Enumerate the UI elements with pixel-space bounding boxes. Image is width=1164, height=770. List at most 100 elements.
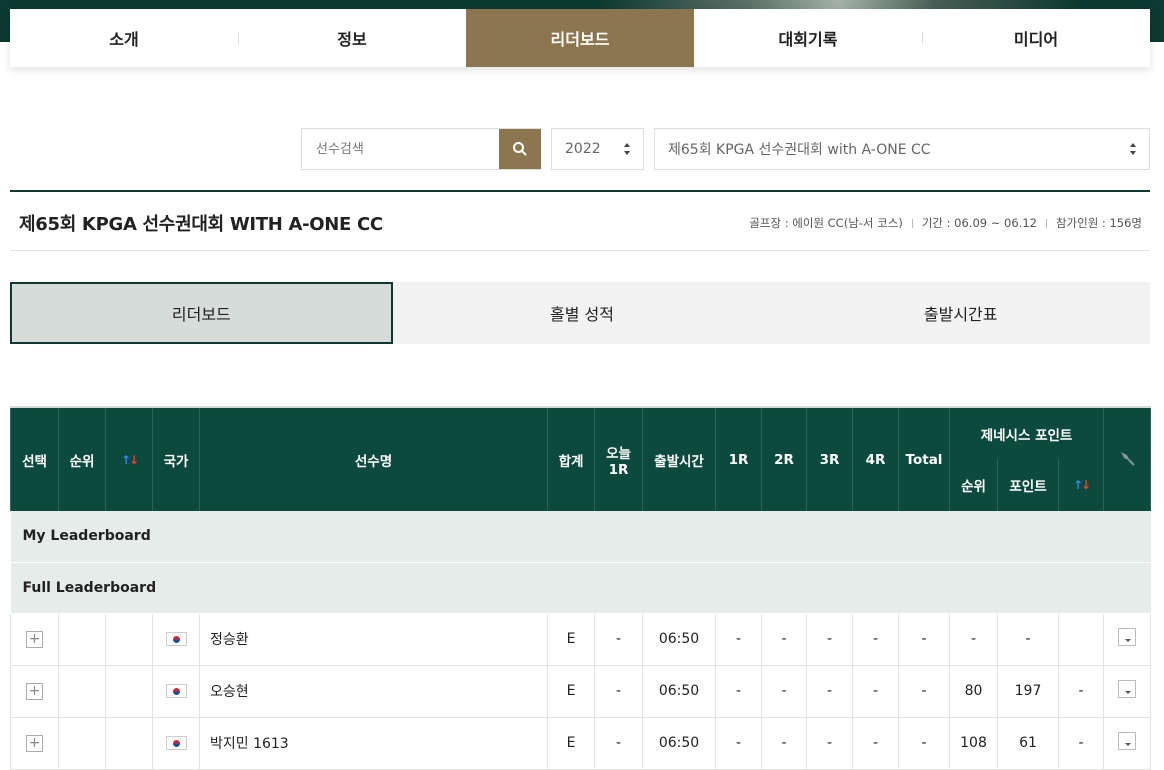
leaderboard-table: 선택 순위 ↑↓ 국가 선수명 합계 오늘 1R 출발시간 1R 2R 3R 4… bbox=[10, 406, 1152, 770]
total-score-cell: - bbox=[898, 612, 950, 666]
pin-icon bbox=[1121, 451, 1135, 466]
r4-cell: - bbox=[852, 716, 899, 770]
header-genesis-rank: 순위 bbox=[949, 459, 998, 511]
tee-time-cell: 06:50 bbox=[642, 664, 716, 718]
header-total-score: Total bbox=[898, 406, 950, 511]
player-search bbox=[301, 128, 541, 170]
header-total: 합계 bbox=[547, 406, 595, 511]
nav-media[interactable]: 미디어 bbox=[922, 9, 1150, 67]
today-cell: - bbox=[594, 664, 643, 718]
country-cell bbox=[152, 716, 200, 770]
header-r2: 2R bbox=[761, 406, 807, 511]
total-score-cell: - bbox=[898, 716, 950, 770]
r3-cell: - bbox=[806, 664, 853, 718]
my-leaderboard-label[interactable]: My Leaderboard bbox=[10, 511, 1151, 563]
table-row: + 박지민 1613 E - 06:50 - - - - - 108 61 - bbox=[10, 716, 1152, 770]
header-today: 오늘 1R bbox=[594, 406, 643, 511]
korea-flag-icon bbox=[165, 684, 187, 698]
r2-cell: - bbox=[761, 664, 807, 718]
header-genesis-point: 포인트 bbox=[997, 459, 1059, 511]
tournament-course: 골프장 : 에이원 CC(남-서 코스) bbox=[749, 216, 903, 230]
r3-cell: - bbox=[806, 612, 853, 666]
select-arrows-icon bbox=[1130, 143, 1136, 155]
player-name[interactable]: 오승현 bbox=[199, 664, 548, 718]
player-search-input[interactable] bbox=[302, 129, 499, 169]
divider bbox=[911, 218, 913, 228]
header-select: 선택 bbox=[10, 406, 59, 511]
search-icon bbox=[513, 142, 527, 156]
tournament-select[interactable]: 제65회 KPGA 선수권대회 with A-ONE CC bbox=[654, 128, 1150, 170]
header-genesis-change[interactable]: ↑↓ bbox=[1057, 459, 1105, 511]
select-cell: + bbox=[10, 664, 59, 718]
header-today-line2: 1R bbox=[608, 461, 629, 478]
genesis-change-cell: - bbox=[1057, 716, 1105, 770]
expand-row-icon[interactable] bbox=[1118, 628, 1137, 646]
rank-change-cell bbox=[105, 716, 153, 770]
rank-change-cell bbox=[105, 612, 153, 666]
tab-leaderboard[interactable]: 리더보드 bbox=[10, 282, 393, 344]
header-r1: 1R bbox=[715, 406, 762, 511]
row-menu-cell bbox=[1103, 664, 1152, 718]
divider bbox=[1045, 218, 1047, 228]
nav-intro[interactable]: 소개 bbox=[10, 9, 238, 67]
nav-leaderboard[interactable]: 리더보드 bbox=[466, 9, 694, 67]
tab-tee-times[interactable]: 출발시간표 bbox=[771, 282, 1150, 344]
r3-cell: - bbox=[806, 716, 853, 770]
nav-records[interactable]: 대회기록 bbox=[694, 9, 922, 67]
player-name[interactable]: 정승환 bbox=[199, 612, 548, 666]
rank-cell bbox=[58, 716, 106, 770]
r4-cell: - bbox=[852, 612, 899, 666]
genesis-point-cell: 61 bbox=[997, 716, 1059, 770]
leaderboard-tabs: 리더보드 홀별 성적 출발시간표 bbox=[10, 282, 1150, 344]
add-player-icon[interactable]: + bbox=[26, 630, 43, 648]
table-row: + 오승현 E - 06:50 - - - - - 80 197 - bbox=[10, 664, 1152, 718]
genesis-point-cell: - bbox=[997, 612, 1059, 666]
add-player-icon[interactable]: + bbox=[26, 734, 43, 752]
r2-cell: - bbox=[761, 612, 807, 666]
year-select[interactable]: 2022 bbox=[551, 128, 644, 170]
country-cell bbox=[152, 612, 200, 666]
today-cell: - bbox=[594, 612, 643, 666]
country-cell bbox=[152, 664, 200, 718]
nav-info[interactable]: 정보 bbox=[238, 9, 466, 67]
tournament-players: 참가인원 : 156명 bbox=[1055, 216, 1142, 230]
add-player-icon[interactable]: + bbox=[26, 682, 43, 700]
select-arrows-icon bbox=[624, 143, 630, 155]
player-name[interactable]: 박지민 1613 bbox=[199, 716, 548, 770]
r2-cell: - bbox=[761, 716, 807, 770]
tournament-period: 기간 : 06.09 ~ 06.12 bbox=[921, 216, 1037, 230]
tee-time-cell: 06:50 bbox=[642, 716, 716, 770]
genesis-rank-cell: - bbox=[949, 612, 998, 666]
header-today-line1: 오늘 bbox=[606, 445, 631, 462]
header-tools[interactable] bbox=[1103, 406, 1152, 511]
year-select-value: 2022 bbox=[565, 141, 601, 157]
header-r3: 3R bbox=[806, 406, 853, 511]
tournament-select-value: 제65회 KPGA 선수권대회 with A-ONE CC bbox=[668, 142, 931, 158]
header-tee-time: 출발시간 bbox=[642, 406, 716, 511]
r4-cell: - bbox=[852, 664, 899, 718]
full-leaderboard-label[interactable]: Full Leaderboard bbox=[10, 562, 1151, 614]
korea-flag-icon bbox=[165, 632, 187, 646]
sort-arrows-icon: ↑↓ bbox=[120, 452, 139, 467]
r1-cell: - bbox=[715, 664, 762, 718]
rank-cell bbox=[58, 664, 106, 718]
tournament-title: 제65회 KPGA 선수권대회 WITH A-ONE CC bbox=[19, 214, 383, 235]
table-row: + 정승환 E - 06:50 - - - - - - - bbox=[10, 612, 1152, 666]
expand-row-icon[interactable] bbox=[1118, 732, 1137, 750]
rank-change-cell bbox=[105, 664, 153, 718]
expand-row-icon[interactable] bbox=[1118, 680, 1137, 698]
rank-cell bbox=[58, 612, 106, 666]
total-score-cell: - bbox=[898, 664, 950, 718]
tee-time-cell: 06:50 bbox=[642, 612, 716, 666]
header-rank-change[interactable]: ↑↓ bbox=[105, 406, 153, 511]
header-country: 국가 bbox=[152, 406, 200, 511]
today-cell: - bbox=[594, 716, 643, 770]
total-cell: E bbox=[547, 664, 595, 718]
row-menu-cell bbox=[1103, 716, 1152, 770]
select-cell: + bbox=[10, 612, 59, 666]
search-button[interactable] bbox=[499, 129, 541, 169]
sort-arrows-icon: ↑↓ bbox=[1072, 478, 1091, 492]
header-r4: 4R bbox=[852, 406, 899, 511]
r1-cell: - bbox=[715, 612, 762, 666]
tab-hole-scores[interactable]: 홀별 성적 bbox=[393, 282, 772, 344]
